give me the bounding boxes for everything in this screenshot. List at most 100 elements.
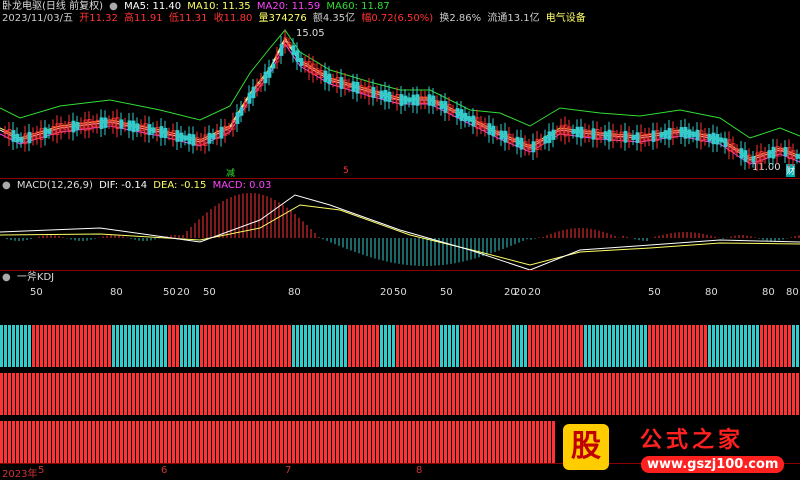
kdj-bar-row1 (112, 325, 115, 367)
kdj-bar-row3 (244, 421, 247, 463)
kdj-bar-row1 (620, 325, 623, 367)
kdj-bar-row1 (452, 325, 455, 367)
kdj-bar-row2 (288, 373, 291, 415)
kdj-bar-row2 (92, 373, 95, 415)
kdj-bar-row3 (208, 421, 211, 463)
kdj-bar-row1 (20, 325, 23, 367)
kdj-bar-row1 (440, 325, 443, 367)
kdj-bar-row1 (700, 325, 703, 367)
kdj-bar-row2 (16, 373, 19, 415)
kdj-bar-row2 (216, 373, 219, 415)
kdj-bar-row2 (528, 373, 531, 415)
kdj-bars (0, 325, 799, 463)
kdj-bar-row3 (108, 421, 111, 463)
kdj-bar-row3 (52, 421, 55, 463)
kdj-bar-row3 (288, 421, 291, 463)
kdj-bar-row2 (348, 373, 351, 415)
kdj-bar-row2 (608, 373, 611, 415)
kdj-bar-row1 (56, 325, 59, 367)
kdj-bar-row1 (788, 325, 791, 367)
kdj-bar-row2 (284, 373, 287, 415)
kdj-bar-row2 (504, 373, 507, 415)
kdj-bar-row1 (728, 325, 731, 367)
kdj-bar-row2 (688, 373, 691, 415)
kdj-bar-row2 (276, 373, 279, 415)
kdj-bar-row2 (584, 373, 587, 415)
kdj-bar-row1 (96, 325, 99, 367)
kdj-bar-row2 (656, 373, 659, 415)
kdj-bar-row1 (216, 325, 219, 367)
kdj-bar-row2 (316, 373, 319, 415)
logo-url: www.gszj100.com (641, 456, 785, 473)
kdj-bar-row1 (304, 325, 307, 367)
kdj-bar-row3 (464, 421, 467, 463)
kdj-bar-row2 (564, 373, 567, 415)
kdj-bar-row2 (328, 373, 331, 415)
kdj-bar-row1 (556, 325, 559, 367)
kdj-bar-row3 (224, 421, 227, 463)
kdj-bar-row2 (788, 373, 791, 415)
kdj-bar-row1 (0, 325, 3, 367)
kdj-bar-row2 (524, 373, 527, 415)
kdj-bar-row1 (744, 325, 747, 367)
kdj-bar-row3 (536, 421, 539, 463)
kdj-bar-row1 (300, 325, 303, 367)
kdj-bar-row2 (436, 373, 439, 415)
kdj-bar-row2 (744, 373, 747, 415)
kdj-bar-row2 (204, 373, 207, 415)
kdj-bar-row2 (356, 373, 359, 415)
kdj-bar-row2 (380, 373, 383, 415)
kdj-bar-row1 (188, 325, 191, 367)
kdj-bar-row1 (16, 325, 19, 367)
kdj-bar-row1 (780, 325, 783, 367)
kdj-bar-row3 (192, 421, 195, 463)
kdj-bar-row2 (404, 373, 407, 415)
kdj-bar-row1 (680, 325, 683, 367)
kdj-bar-row1 (328, 325, 331, 367)
date-month-7: 7 (285, 465, 292, 476)
kdj-bar-row1 (404, 325, 407, 367)
kdj-bar-row1 (372, 325, 375, 367)
kdj-bar-row1 (720, 325, 723, 367)
kdj-bar-row1 (644, 325, 647, 367)
kdj-bar-row3 (540, 421, 543, 463)
kdj-bar-row3 (248, 421, 251, 463)
kdj-bar-row2 (596, 373, 599, 415)
kdj-bar-row3 (532, 421, 535, 463)
kdj-bar-row1 (364, 325, 367, 367)
kdj-bar-row2 (752, 373, 755, 415)
kdj-bar-row2 (24, 373, 27, 415)
kdj-bar-row1 (276, 325, 279, 367)
kdj-bar-row3 (240, 421, 243, 463)
kdj-bar-row2 (572, 373, 575, 415)
kdj-bar-row2 (108, 373, 111, 415)
kdj-bar-row2 (632, 373, 635, 415)
kdj-bar-row1 (148, 325, 151, 367)
kdj-bar-row1 (424, 325, 427, 367)
kdj-bar-row3 (96, 421, 99, 463)
kdj-bar-row2 (268, 373, 271, 415)
kdj-bar-row3 (280, 421, 283, 463)
kdj-bar-row1 (312, 325, 315, 367)
kdj-bar-row1 (416, 325, 419, 367)
kdj-bar-row2 (132, 373, 135, 415)
kdj-bar-row1 (604, 325, 607, 367)
kdj-bar-row1 (536, 325, 539, 367)
kdj-bar-row1 (524, 325, 527, 367)
kdj-bar-row1 (292, 325, 295, 367)
kdj-bar-row1 (36, 325, 39, 367)
kdj-bar-row2 (508, 373, 511, 415)
kdj-bar-row3 (88, 421, 91, 463)
kdj-bar-row1 (504, 325, 507, 367)
kdj-bar-row2 (96, 373, 99, 415)
kdj-bar-row1 (652, 325, 655, 367)
kdj-bar-row1 (664, 325, 667, 367)
kdj-bar-row3 (0, 421, 3, 463)
kdj-bar-row2 (292, 373, 295, 415)
kdj-bar-row2 (208, 373, 211, 415)
kdj-bar-row3 (80, 421, 83, 463)
date-month-6: 6 (161, 465, 168, 476)
kdj-bar-row3 (48, 421, 51, 463)
kdj-bar-row1 (240, 325, 243, 367)
kdj-bar-row2 (152, 373, 155, 415)
